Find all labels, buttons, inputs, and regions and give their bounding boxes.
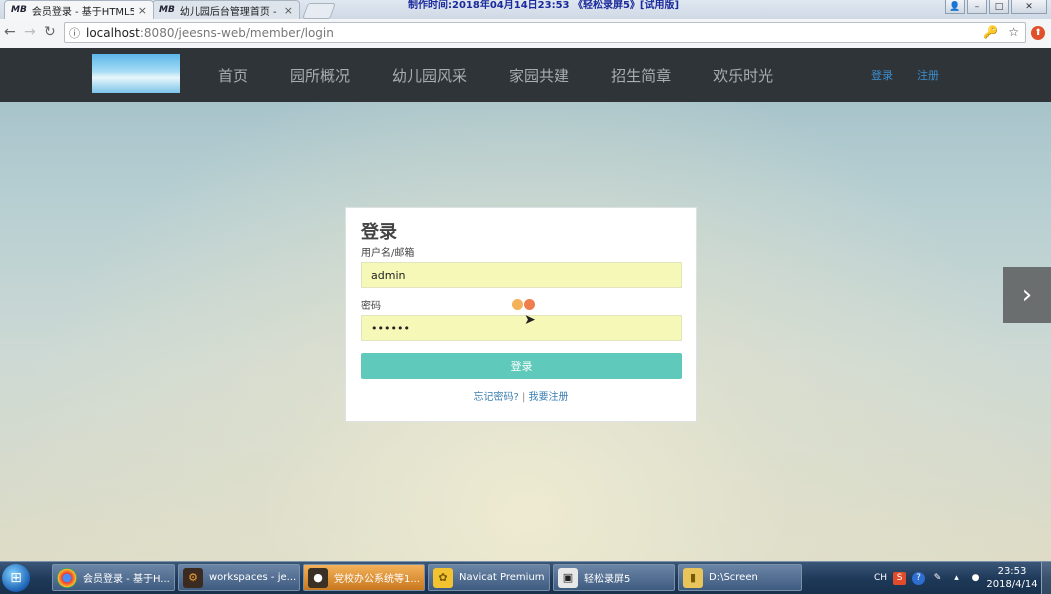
auth-links: 登录 注册 (871, 48, 939, 102)
extension-icon[interactable]: ⬆ (1031, 26, 1045, 40)
taskbar-item-folder[interactable]: ▮ D:\Screen (678, 564, 802, 591)
loading-indicator (512, 299, 535, 310)
show-desktop-button[interactable] (1041, 562, 1051, 594)
menu-home-school[interactable]: 家园共建 (509, 65, 569, 86)
language-indicator[interactable]: CH (874, 573, 887, 583)
username-label: 用户名/邮箱 (361, 248, 415, 259)
recorder-icon: ▣ (558, 567, 578, 588)
key-icon[interactable]: 🔑 (983, 25, 998, 39)
browser-titlebar: MB 会员登录 - 基于HTML5 × MB 幼儿园后台管理首页 - 基 × 制… (0, 0, 1051, 19)
user-icon[interactable]: 👤 (945, 0, 965, 14)
carousel-next-button[interactable]: › (1003, 267, 1051, 323)
page-viewport: 首页 园所概况 幼儿园风采 家园共建 招生简章 欢乐时光 登录 注册 登录 用户… (0, 48, 1051, 561)
windows-taskbar: ⊞ 会员登录 - 基于H... ⚙ workspaces - je... ● 党… (0, 561, 1051, 594)
pen-icon[interactable]: ✎ (931, 572, 944, 585)
site-logo[interactable] (92, 54, 180, 93)
browser-toolbar: ← → ↻ ⓘ localhost :8080/jeesns-web/membe… (0, 19, 1051, 49)
loading-dot (512, 299, 523, 310)
taskbar-item-label: D:\Screen (709, 572, 758, 583)
maximize-button[interactable]: □ (989, 0, 1009, 14)
address-bar-actions: 🔑 ☆ (983, 25, 1019, 39)
new-tab-button[interactable] (302, 3, 336, 19)
system-clock[interactable]: 23:53 2018/4/14 (984, 565, 1040, 591)
taskbar-item-label: 轻松录屏5 (584, 574, 631, 585)
tab-member-login[interactable]: MB 会员登录 - 基于HTML5 × (4, 0, 154, 19)
nav-login-link[interactable]: 登录 (871, 67, 893, 83)
menu-overview[interactable]: 园所概况 (290, 65, 350, 86)
star-icon[interactable]: ☆ (1008, 25, 1019, 39)
menu-home[interactable]: 首页 (218, 65, 248, 86)
menu-happy-time[interactable]: 欢乐时光 (713, 65, 773, 86)
intellij-icon: ⚙ (183, 567, 203, 588)
site-navbar: 首页 园所概况 幼儿园风采 家园共建 招生简章 欢乐时光 登录 注册 (0, 48, 1051, 102)
favicon-icon: MB (11, 5, 27, 15)
login-button[interactable]: 登录 (361, 353, 682, 379)
tab-close-icon[interactable]: × (284, 4, 293, 17)
link-separator: | (518, 392, 529, 403)
reload-icon[interactable]: ↻ (44, 24, 56, 40)
login-links: 忘记密码? | 我要注册 (361, 388, 681, 403)
username-field[interactable] (361, 262, 682, 288)
tab-title: 幼儿园后台管理首页 - 基 (179, 6, 280, 18)
login-form: 登录 用户名/邮箱 密码 登录 忘记密码? | 我要注册 (345, 207, 697, 422)
menu-admissions[interactable]: 招生简章 (611, 65, 671, 86)
login-title: 登录 (361, 222, 397, 243)
start-button[interactable]: ⊞ (2, 564, 30, 592)
folder-icon: ▮ (683, 567, 703, 588)
mouse-cursor-icon: ➤ (524, 312, 536, 328)
loading-dot (524, 299, 535, 310)
main-menu: 首页 园所概况 幼儿园风采 家园共建 招生简章 欢乐时光 (218, 48, 815, 102)
back-icon[interactable]: ← (4, 24, 16, 40)
tab-admin-home[interactable]: MB 幼儿园后台管理首页 - 基 × (152, 0, 300, 19)
register-link[interactable]: 我要注册 (529, 392, 569, 403)
tray-expand-icon[interactable]: ▴ (950, 572, 963, 585)
forward-icon[interactable]: → (24, 24, 36, 40)
password-field[interactable] (361, 315, 682, 341)
menu-showcase[interactable]: 幼儿园风采 (392, 65, 467, 86)
taskbar-item-label: 会员登录 - 基于H... (83, 574, 170, 585)
forgot-password-link[interactable]: 忘记密码? (473, 392, 518, 403)
taskbar-item-label: workspaces - je... (209, 572, 297, 583)
address-bar[interactable]: ⓘ localhost :8080/jeesns-web/member/logi… (64, 22, 1026, 43)
close-window-button[interactable]: ✕ (1011, 0, 1047, 14)
help-icon[interactable]: ? (912, 571, 926, 585)
sogou-icon[interactable]: S (893, 571, 907, 585)
minimize-button[interactable]: – (967, 0, 987, 14)
clock-date: 2018/4/14 (986, 579, 1038, 590)
url-host: localhost (86, 25, 140, 40)
nav-register-link[interactable]: 注册 (917, 67, 939, 83)
system-tray: CH S ? ✎ ▴ ● (874, 562, 982, 594)
clock-time: 23:53 (997, 566, 1027, 577)
tab-title: 会员登录 - 基于HTML5 (31, 6, 134, 18)
window-controls: 👤 – □ ✕ (943, 0, 1047, 14)
taskbar-item-workspaces[interactable]: ⚙ workspaces - je... (178, 564, 300, 591)
taskbar-item-recorder[interactable]: ▣ 轻松录屏5 (553, 564, 675, 591)
navicat-icon: ✿ (433, 567, 453, 588)
taskbar-item-navicat[interactable]: ✿ Navicat Premium (428, 564, 550, 591)
taskbar-item-app[interactable]: ● 党校办公系统等1... (303, 564, 425, 591)
recorder-watermark: 制作时间:2018年04月14日23:53 《轻松录屏5》[试用版] (408, 0, 680, 11)
taskbar-item-chrome[interactable]: 会员登录 - 基于H... (52, 564, 175, 591)
qq-icon[interactable]: ● (969, 572, 982, 585)
chrome-icon (57, 567, 77, 588)
taskbar-item-label: 党校办公系统等1... (334, 574, 420, 585)
url-path: :8080/jeesns-web/member/login (139, 25, 334, 40)
app-icon: ● (308, 567, 328, 588)
favicon-icon: MB (159, 5, 175, 15)
info-icon[interactable]: ⓘ (69, 25, 80, 41)
tab-close-icon[interactable]: × (138, 4, 147, 17)
taskbar-item-label: Navicat Premium (459, 572, 545, 583)
